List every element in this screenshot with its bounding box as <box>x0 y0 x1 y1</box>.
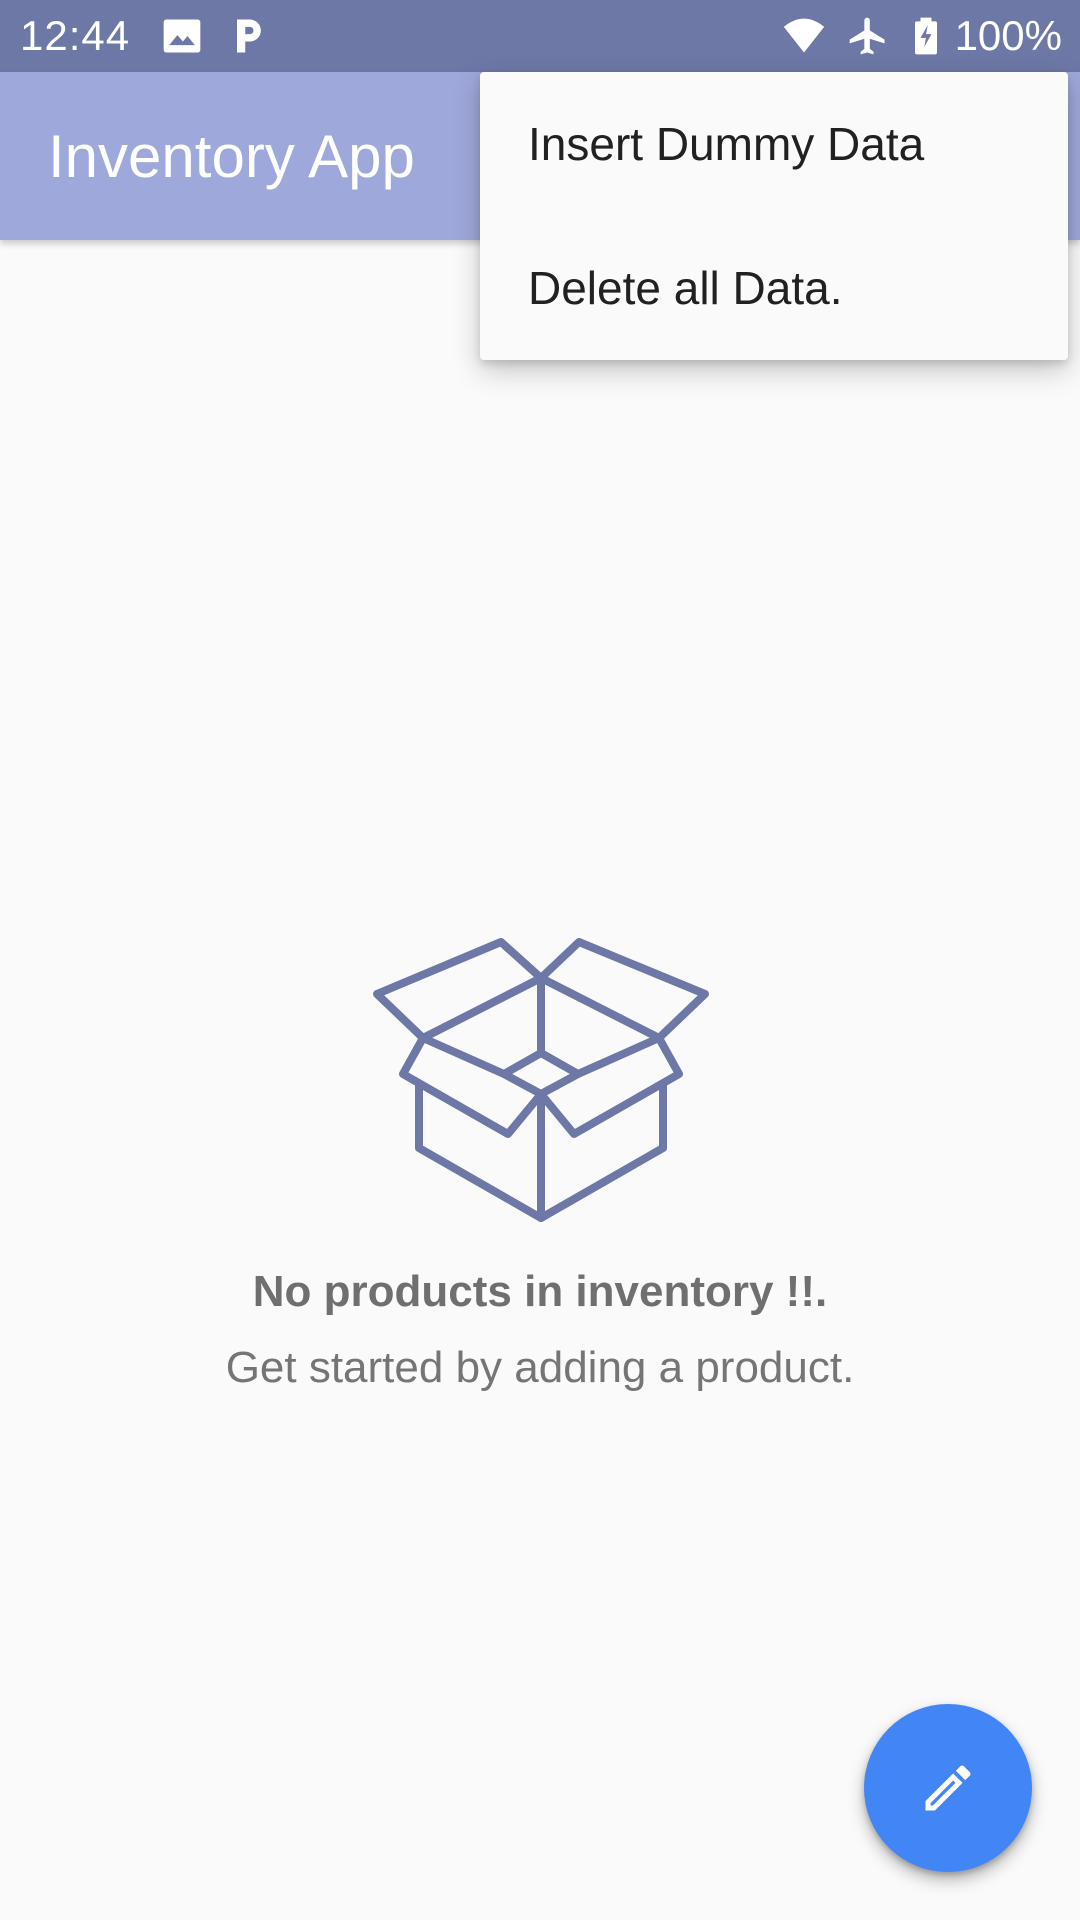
battery-percentage: 100% <box>954 12 1062 59</box>
app-title: Inventory App <box>48 123 415 190</box>
overflow-menu: Insert Dummy Data Delete all Data. <box>480 72 1068 360</box>
wifi-icon <box>783 18 825 53</box>
pencil-icon <box>925 1765 971 1811</box>
image-icon <box>163 19 201 53</box>
screen: 12:44 100% Inventory App Insert Dummy Da… <box>0 0 1080 1920</box>
open-box-icon <box>373 938 709 1222</box>
status-time: 12:44 <box>20 12 131 59</box>
menu-item-delete-all-data[interactable]: Delete all Data. <box>480 216 1068 360</box>
empty-state-title: No products in inventory !!. <box>252 1267 828 1316</box>
airplane-icon <box>849 17 885 55</box>
add-product-fab[interactable] <box>864 1704 1032 1872</box>
empty-state-subtitle: Get started by adding a product. <box>225 1343 855 1392</box>
menu-item-insert-dummy-data[interactable]: Insert Dummy Data <box>480 72 1068 216</box>
parking-icon <box>237 19 261 53</box>
status-bar: 12:44 100% <box>0 0 1080 72</box>
battery-charging-icon <box>915 17 937 55</box>
